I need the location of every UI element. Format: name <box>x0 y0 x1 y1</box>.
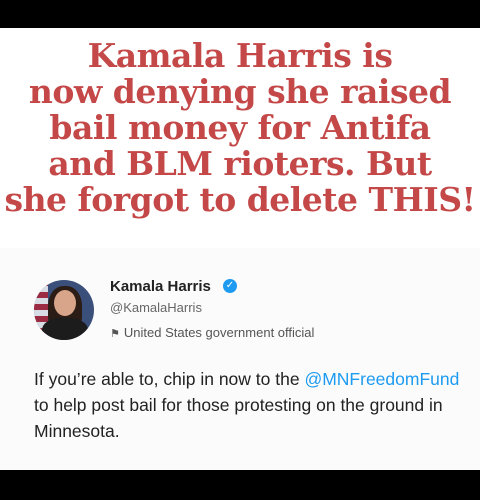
tweet-text-before: If you’re able to, chip in now to the <box>34 369 300 389</box>
headline-line-3: bail money for Antifa <box>49 108 431 147</box>
author-handle[interactable]: @KamalaHarris <box>110 300 202 315</box>
author-name[interactable]: Kamala Harris <box>110 278 211 295</box>
mention-link[interactable]: @MNFreedomFund <box>304 369 459 389</box>
flag-icon: ⚑ <box>110 327 120 340</box>
verified-badge-icon: ✓ <box>223 279 237 293</box>
government-label: ⚑ United States government official <box>110 325 314 340</box>
meme-headline: Kamala Harris is now denying she raised … <box>0 38 480 218</box>
meme-panel: Kamala Harris is now denying she raised … <box>0 28 480 470</box>
avatar[interactable] <box>34 280 94 340</box>
headline-line-4: and BLM rioters. But <box>48 144 432 183</box>
tweet-text: If you’re able to, chip in now to the @M… <box>34 366 464 444</box>
headline-line-1: Kamala Harris is <box>87 36 393 75</box>
headline-line-2: now denying she raised <box>28 72 452 111</box>
tweet-card: Kamala Harris ✓ @KamalaHarris ⚑ United St… <box>0 248 480 470</box>
headline-line-5: she forgot to delete THIS! <box>4 180 476 219</box>
tweet-text-after: to help post bail for those protesting o… <box>34 395 443 441</box>
government-label-text: United States government official <box>123 325 315 340</box>
